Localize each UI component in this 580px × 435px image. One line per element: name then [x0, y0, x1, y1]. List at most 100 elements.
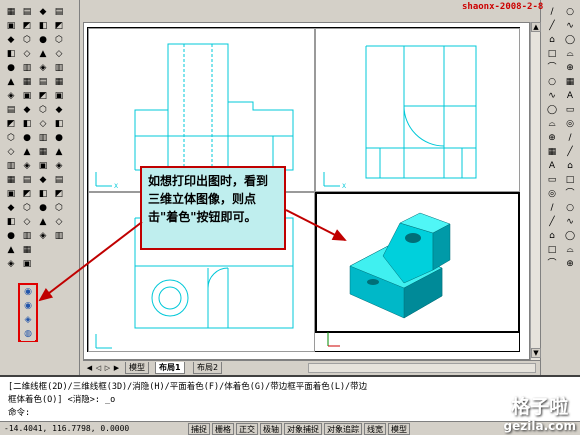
tab-last-icon[interactable]: ▶ — [112, 363, 121, 373]
tab-prev-icon[interactable]: ◁ — [94, 363, 103, 373]
view-icon[interactable]: ▦ — [20, 76, 34, 89]
tab-first-icon[interactable]: ◀ — [85, 363, 94, 373]
layer-icon[interactable]: ▣ — [52, 90, 66, 103]
view-icon[interactable]: ▦ — [20, 244, 34, 257]
section-icon[interactable]: ▥ — [20, 230, 34, 243]
arc-icon[interactable]: ⌒ — [545, 258, 559, 271]
extrude-icon[interactable]: ◇ — [36, 118, 50, 131]
horizontal-scrollbar[interactable] — [308, 363, 536, 373]
extrude-icon[interactable]: ◇ — [52, 48, 66, 61]
scroll-up-icon[interactable]: ▲ — [531, 22, 541, 32]
arc-icon[interactable]: ⌒ — [563, 188, 577, 201]
circle-icon[interactable]: ○ — [563, 6, 577, 19]
box-icon[interactable]: ◧ — [4, 216, 18, 229]
torus-icon[interactable]: ⬡ — [4, 132, 18, 145]
line-icon[interactable]: / — [545, 202, 559, 215]
solid-icon[interactable]: ◆ — [4, 34, 18, 47]
ucs-icon[interactable]: ▤ — [4, 104, 18, 117]
cone-icon[interactable]: ▲ — [20, 146, 34, 159]
section-icon[interactable]: ▥ — [36, 132, 50, 145]
torus-icon[interactable]: ⬡ — [52, 34, 66, 47]
orbit-icon[interactable]: ◩ — [36, 90, 50, 103]
circle-icon[interactable]: ○ — [545, 76, 559, 89]
flat-edges-shade-icon[interactable]: ◈ — [21, 314, 35, 327]
sphere-icon[interactable]: ● — [52, 132, 66, 145]
orbit-icon[interactable]: ◩ — [52, 20, 66, 33]
polygon-icon[interactable]: ⌂ — [563, 160, 577, 173]
wedge-icon[interactable]: ◈ — [4, 258, 18, 271]
text-icon[interactable]: A — [545, 160, 559, 173]
box-icon[interactable]: ◧ — [4, 48, 18, 61]
torus-icon[interactable]: ⬡ — [36, 104, 50, 117]
torus-icon[interactable]: ⬡ — [20, 34, 34, 47]
ucs-icon[interactable]: ▤ — [20, 6, 34, 19]
layer-icon[interactable]: ▣ — [4, 20, 18, 33]
tab-layout2[interactable]: 布局2 — [193, 362, 223, 374]
extrude-icon[interactable]: ◇ — [52, 216, 66, 229]
layer-icon[interactable]: ▣ — [20, 90, 34, 103]
ucs-icon[interactable]: ▤ — [20, 174, 34, 187]
text-icon[interactable]: A — [563, 90, 577, 103]
lineweight-button[interactable]: 线宽 — [364, 423, 386, 435]
model-button[interactable]: 模型 — [388, 423, 410, 435]
layer-icon[interactable]: ▣ — [36, 160, 50, 173]
wedge-icon[interactable]: ◈ — [36, 62, 50, 75]
point-icon[interactable]: ⊕ — [563, 62, 577, 75]
layer-icon[interactable]: ▣ — [20, 258, 34, 271]
sphere-icon[interactable]: ● — [36, 34, 50, 47]
view-icon[interactable]: ▦ — [4, 6, 18, 19]
polygon-icon[interactable]: ⌂ — [545, 230, 559, 243]
tab-next-icon[interactable]: ▷ — [103, 363, 112, 373]
box-icon[interactable]: ◧ — [52, 118, 66, 131]
polyline-icon[interactable]: ╱ — [563, 146, 577, 159]
block-icon[interactable]: ◎ — [563, 118, 577, 131]
view-icon[interactable]: ▦ — [52, 76, 66, 89]
ellipse-icon[interactable]: ◯ — [563, 230, 577, 243]
rectangle-icon[interactable]: □ — [545, 244, 559, 257]
hatch-icon[interactable]: ▦ — [563, 76, 577, 89]
extrude-icon[interactable]: ◇ — [20, 48, 34, 61]
polyline-icon[interactable]: ╱ — [545, 20, 559, 33]
box-icon[interactable]: ◧ — [36, 188, 50, 201]
orbit-icon[interactable]: ◩ — [20, 20, 34, 33]
wedge-icon[interactable]: ◈ — [52, 160, 66, 173]
extrude-icon[interactable]: ◇ — [4, 146, 18, 159]
sphere-icon[interactable]: ● — [36, 202, 50, 215]
sphere-icon[interactable]: ● — [4, 230, 18, 243]
wedge-icon[interactable]: ◈ — [20, 160, 34, 173]
orbit-icon[interactable]: ◩ — [52, 188, 66, 201]
polyline-icon[interactable]: ╱ — [545, 216, 559, 229]
spline-icon[interactable]: ∿ — [563, 20, 577, 33]
solid-icon[interactable]: ◆ — [20, 104, 34, 117]
region-icon[interactable]: ▭ — [563, 104, 577, 117]
wedge-icon[interactable]: ◈ — [4, 90, 18, 103]
hatch-icon[interactable]: ▦ — [545, 146, 559, 159]
tab-model[interactable]: 模型 — [125, 362, 149, 374]
cone-icon[interactable]: ▲ — [36, 216, 50, 229]
extrude-icon[interactable]: ◇ — [20, 216, 34, 229]
ortho-button[interactable]: 正交 — [236, 423, 258, 435]
ucs-icon[interactable]: ▤ — [36, 76, 50, 89]
section-icon[interactable]: ▥ — [52, 230, 66, 243]
region-icon[interactable]: ▭ — [545, 174, 559, 187]
line-icon[interactable]: / — [545, 6, 559, 19]
gouraud-edges-shade-icon[interactable]: ◍ — [21, 328, 35, 341]
ellipse-arc-icon[interactable]: ⌓ — [563, 48, 577, 61]
polar-button[interactable]: 极轴 — [260, 423, 282, 435]
layer-icon[interactable]: ▣ — [4, 188, 18, 201]
osnap-button[interactable]: 对象捕捉 — [284, 423, 322, 435]
solid-icon[interactable]: ◆ — [36, 174, 50, 187]
command-window[interactable]: [二维线框(2D)/三维线框(3D)/消隐(H)/平面着色(F)/体着色(G)/… — [0, 375, 580, 421]
view-icon[interactable]: ▦ — [4, 174, 18, 187]
cone-icon[interactable]: ▲ — [36, 48, 50, 61]
sphere-icon[interactable]: ● — [20, 132, 34, 145]
cone-icon[interactable]: ▲ — [52, 146, 66, 159]
sphere-icon[interactable]: ● — [4, 62, 18, 75]
orbit-icon[interactable]: ◩ — [20, 188, 34, 201]
spline-icon[interactable]: ∿ — [545, 90, 559, 103]
tab-layout1[interactable]: 布局1 — [155, 362, 185, 374]
point-icon[interactable]: ⊕ — [545, 132, 559, 145]
solid-icon[interactable]: ◆ — [52, 104, 66, 117]
cone-icon[interactable]: ▲ — [4, 244, 18, 257]
arc-icon[interactable]: ⌒ — [545, 62, 559, 75]
